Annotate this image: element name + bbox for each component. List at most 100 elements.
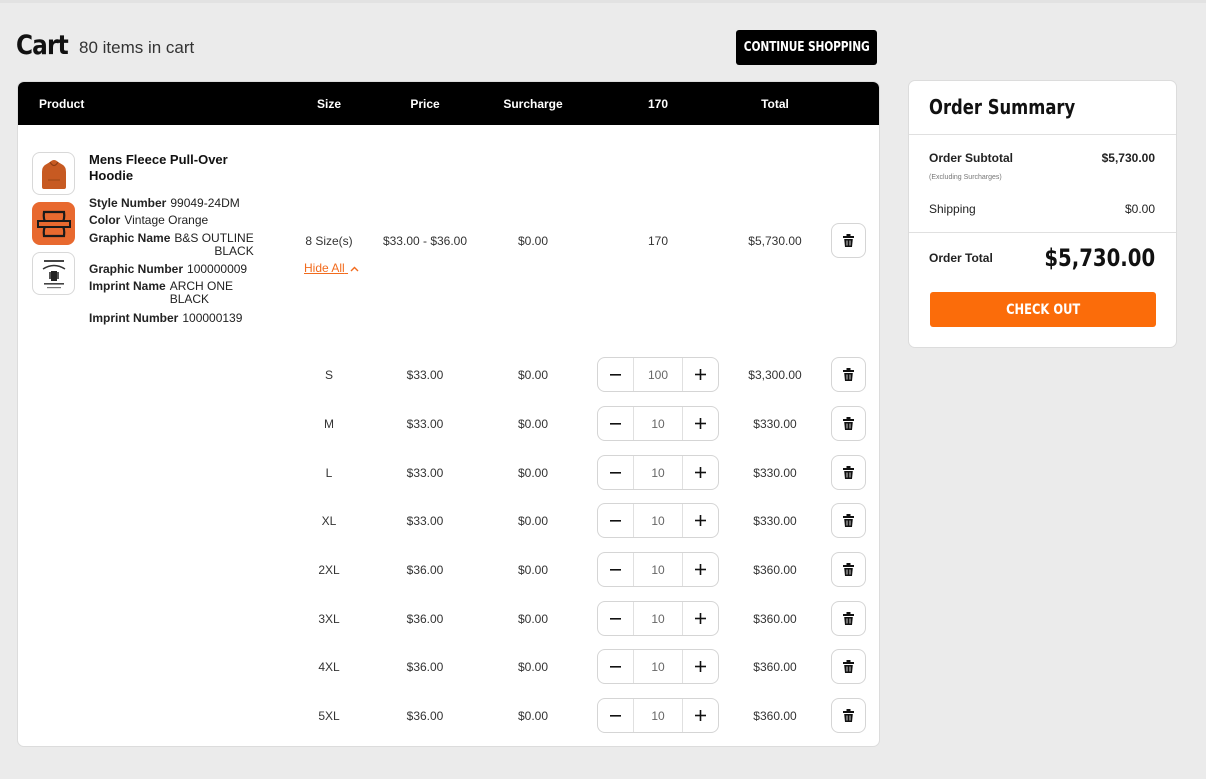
remove-size-button[interactable] <box>831 455 866 490</box>
size-surcharge: $0.00 <box>517 514 549 528</box>
graphic-name-attr: Graphic Name B&S OUTLINE BLACK <box>89 232 254 258</box>
size-label: 3XL <box>318 612 340 626</box>
order-summary-panel: Order Summary Order Subtotal $5,730.00 (… <box>908 80 1177 348</box>
remove-product-button[interactable] <box>831 223 866 258</box>
continue-shopping-button[interactable]: CONTINUE SHOPPING <box>736 30 877 65</box>
subtotal-note: (Excluding Surcharges) <box>929 174 1002 181</box>
increment-button[interactable] <box>683 358 718 391</box>
quantity-input[interactable] <box>633 358 683 391</box>
items-count: 80 items in cart <box>79 38 195 57</box>
size-price: $36.00 <box>406 612 444 626</box>
increment-button[interactable] <box>683 602 718 635</box>
quantity-stepper <box>597 406 719 441</box>
header-price: Price <box>410 96 440 111</box>
increment-button[interactable] <box>683 650 718 683</box>
size-price: $33.00 <box>406 466 444 480</box>
attr-value: ARCH ONE BLACK <box>169 279 234 306</box>
decrement-button[interactable] <box>598 699 633 732</box>
attr-value: Vintage Orange <box>124 213 209 227</box>
trash-icon <box>843 417 854 430</box>
minus-icon <box>610 714 621 717</box>
header-surcharge: Surcharge <box>503 96 563 111</box>
quantity-input[interactable] <box>633 602 683 635</box>
remove-size-button[interactable] <box>831 406 866 441</box>
subtotal-label: Order Subtotal <box>929 151 1014 165</box>
attr-value: 99049-24DM <box>170 196 240 210</box>
size-surcharge: $0.00 <box>517 563 549 577</box>
remove-size-button[interactable] <box>831 552 866 587</box>
increment-button[interactable] <box>683 699 718 732</box>
quantity-input[interactable] <box>633 650 683 683</box>
decrement-button[interactable] <box>598 602 633 635</box>
increment-button[interactable] <box>683 456 718 489</box>
plus-icon <box>695 564 706 575</box>
arch-imprint-thumbnail <box>32 252 75 295</box>
remove-size-button[interactable] <box>831 503 866 538</box>
size-label: 5XL <box>318 709 340 723</box>
hoodie-image <box>41 159 66 189</box>
increment-button[interactable] <box>683 553 718 586</box>
continue-shopping-label: CONTINUE SHOPPING <box>743 40 870 55</box>
decrement-button[interactable] <box>598 358 633 391</box>
hide-all-link[interactable]: Hide All <box>304 261 359 275</box>
size-total: $360.00 <box>753 563 797 577</box>
quantity-input[interactable] <box>633 553 683 586</box>
remove-size-button[interactable] <box>831 649 866 684</box>
summary-divider <box>909 134 1176 135</box>
checkout-button[interactable]: CHECK OUT <box>930 292 1156 327</box>
product-total: $5,730.00 <box>748 234 802 248</box>
cart-table: Product Size Price Surcharge 170 Total M… <box>17 81 880 747</box>
page-title: Cart <box>16 30 69 61</box>
quantity-input[interactable] <box>633 407 683 440</box>
size-price: $33.00 <box>406 417 444 431</box>
minus-icon <box>610 373 621 376</box>
header-size: Size <box>316 96 342 111</box>
attr-label: Graphic Name <box>89 231 171 245</box>
quantity-stepper <box>597 357 719 392</box>
size-label: M <box>324 417 334 431</box>
size-surcharge: $0.00 <box>517 368 549 382</box>
trash-icon <box>843 660 854 673</box>
decrement-button[interactable] <box>598 504 633 537</box>
plus-icon <box>695 369 706 380</box>
size-price: $36.00 <box>406 660 444 674</box>
remove-size-button[interactable] <box>831 698 866 733</box>
hoodie-thumbnail <box>32 152 75 195</box>
attr-value: 100000139 <box>182 311 243 325</box>
quantity-input[interactable] <box>633 456 683 489</box>
quantity-stepper <box>597 649 719 684</box>
header-product: Product <box>39 96 85 111</box>
size-surcharge: $0.00 <box>517 466 549 480</box>
decrement-button[interactable] <box>598 407 633 440</box>
decrement-button[interactable] <box>598 650 633 683</box>
trash-icon <box>843 612 854 625</box>
size-total: $330.00 <box>753 417 797 431</box>
plus-icon <box>695 661 706 672</box>
sizes-summary: 8 Size(s) <box>305 234 353 248</box>
attr-label: Imprint Name <box>89 279 166 293</box>
decrement-button[interactable] <box>598 456 633 489</box>
bar-and-shield-logo-thumbnail <box>32 202 75 245</box>
plus-icon <box>695 467 706 478</box>
quantity-input[interactable] <box>633 699 683 732</box>
size-price: $36.00 <box>406 563 444 577</box>
remove-size-button[interactable] <box>831 357 866 392</box>
plus-icon <box>695 710 706 721</box>
increment-button[interactable] <box>683 407 718 440</box>
increment-button[interactable] <box>683 504 718 537</box>
attr-label: Color <box>89 213 121 227</box>
product-name: Mens Fleece Pull-Over Hoodie <box>89 152 228 183</box>
remove-size-button[interactable] <box>831 601 866 636</box>
trash-icon <box>843 368 854 381</box>
quantity-input[interactable] <box>633 504 683 537</box>
size-surcharge: $0.00 <box>517 660 549 674</box>
arch-imprint-image <box>42 259 65 288</box>
subtotal-value: $5,730.00 <box>1101 151 1155 165</box>
checkout-label: CHECK OUT <box>1005 301 1081 318</box>
size-surcharge: $0.00 <box>517 709 549 723</box>
size-label: XL <box>321 514 337 528</box>
cart-table-header: Product Size Price Surcharge 170 Total <box>18 82 879 125</box>
size-surcharge: $0.00 <box>517 612 549 626</box>
top-border <box>0 0 1206 3</box>
decrement-button[interactable] <box>598 553 633 586</box>
